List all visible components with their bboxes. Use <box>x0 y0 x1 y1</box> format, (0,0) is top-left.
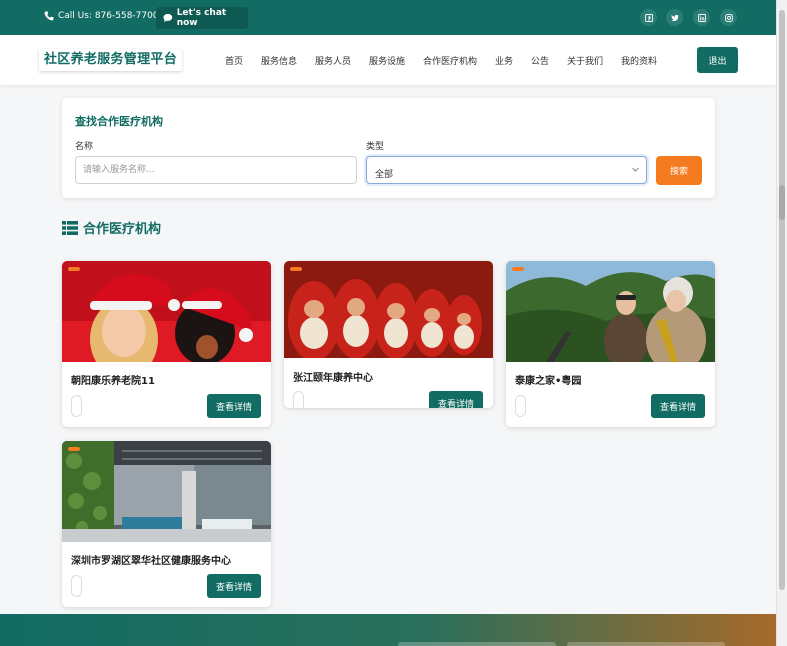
linkedin-icon <box>697 13 706 22</box>
nav-item-medical-partners[interactable]: 合作医疗机构 <box>423 54 477 67</box>
institution-name: 张江颐年康养中心 <box>293 373 373 384</box>
nav-item-about[interactable]: 关于我们 <box>567 54 603 67</box>
name-label: 名称 <box>75 142 94 152</box>
nav-item-profile[interactable]: 我的资料 <box>621 54 657 67</box>
card-tag <box>68 447 80 451</box>
institution-photo <box>62 261 271 362</box>
name-search-input[interactable] <box>75 156 357 184</box>
site-logo[interactable]: 社区养老服务管理平台 <box>39 49 183 71</box>
phone-icon <box>44 11 54 21</box>
top-bar: Call Us: 876-558-7700 Let's chat now <box>0 0 776 35</box>
footer-element <box>398 642 556 646</box>
nav-item-home[interactable]: 首页 <box>225 54 243 67</box>
nav-item-announcements[interactable]: 公告 <box>531 54 549 67</box>
scrollbar-thumb[interactable] <box>779 185 785 220</box>
search-button[interactable]: 搜索 <box>656 156 702 185</box>
favorite-toggle[interactable] <box>515 395 526 417</box>
twitter-icon <box>670 14 679 21</box>
scrollbar-track-thumb[interactable] <box>779 10 785 590</box>
chat-button[interactable]: Let's chat now <box>156 7 248 29</box>
favorite-toggle[interactable] <box>293 391 304 408</box>
institution-card[interactable]: 朝阳康乐养老院11 查看详情 <box>62 261 271 427</box>
favorite-toggle[interactable] <box>71 395 82 417</box>
institution-name: 深圳市罗湖区翠华社区健康服务中心 <box>71 556 231 567</box>
chevron-down-icon <box>632 167 639 172</box>
institution-photo <box>506 261 715 362</box>
chat-label: Let's chat now <box>176 8 227 28</box>
footer-element <box>567 642 725 646</box>
section-title: 合作医疗机构 <box>83 222 162 237</box>
twitter-link[interactable] <box>666 9 683 26</box>
page: Call Us: 876-558-7700 Let's chat now 社区养… <box>0 0 776 646</box>
type-select-value: 全部 <box>375 169 394 180</box>
institution-card[interactable]: 张江颐年康养中心 查看详情 <box>284 261 493 408</box>
instagram-link[interactable] <box>720 9 737 26</box>
linkedin-link[interactable] <box>693 9 710 26</box>
phone-contact[interactable]: Call Us: 876-558-7700 <box>44 11 159 21</box>
phone-text: Call Us: 876-558-7700 <box>58 11 159 21</box>
card-tag <box>512 267 524 271</box>
nav-item-business[interactable]: 业务 <box>495 54 513 67</box>
institution-card[interactable]: 深圳市罗湖区翠华社区健康服务中心 查看详情 <box>62 441 271 607</box>
nav-item-facilities[interactable]: 服务设施 <box>369 54 405 67</box>
type-select[interactable]: 全部 <box>366 156 647 184</box>
main-header: 社区养老服务管理平台 首页 服务信息 服务人员 服务设施 合作医疗机构 业务 公… <box>0 35 776 85</box>
institution-name: 朝阳康乐养老院11 <box>71 376 155 387</box>
search-panel: 查找合作医疗机构 名称 类型 全部 搜索 <box>62 98 715 198</box>
card-tag <box>68 267 80 271</box>
view-details-button[interactable]: 查看详情 <box>207 394 261 418</box>
institution-card[interactable]: 泰康之家•粤园 查看详情 <box>506 261 715 427</box>
facebook-link[interactable] <box>640 9 657 26</box>
nav-item-service-staff[interactable]: 服务人员 <box>315 54 351 67</box>
view-details-button[interactable]: 查看详情 <box>651 394 705 418</box>
page-scrollbar[interactable] <box>776 0 787 646</box>
institution-photo <box>62 441 271 542</box>
footer <box>0 614 776 646</box>
facebook-icon <box>644 13 653 22</box>
view-details-button[interactable]: 查看详情 <box>207 574 261 598</box>
favorite-toggle[interactable] <box>71 575 82 597</box>
type-label: 类型 <box>366 142 385 152</box>
institution-photo <box>284 261 493 358</box>
institution-name: 泰康之家•粤园 <box>515 376 582 387</box>
nav-item-service-info[interactable]: 服务信息 <box>261 54 297 67</box>
chat-icon <box>163 13 173 23</box>
search-title: 查找合作医疗机构 <box>75 115 163 128</box>
card-tag <box>290 267 302 271</box>
instagram-icon <box>724 13 733 22</box>
section-heading: 合作医疗机构 <box>62 218 161 237</box>
view-details-button[interactable]: 查看详情 <box>429 391 483 408</box>
logout-button[interactable]: 退出 <box>697 47 738 73</box>
list-icon <box>62 220 78 235</box>
